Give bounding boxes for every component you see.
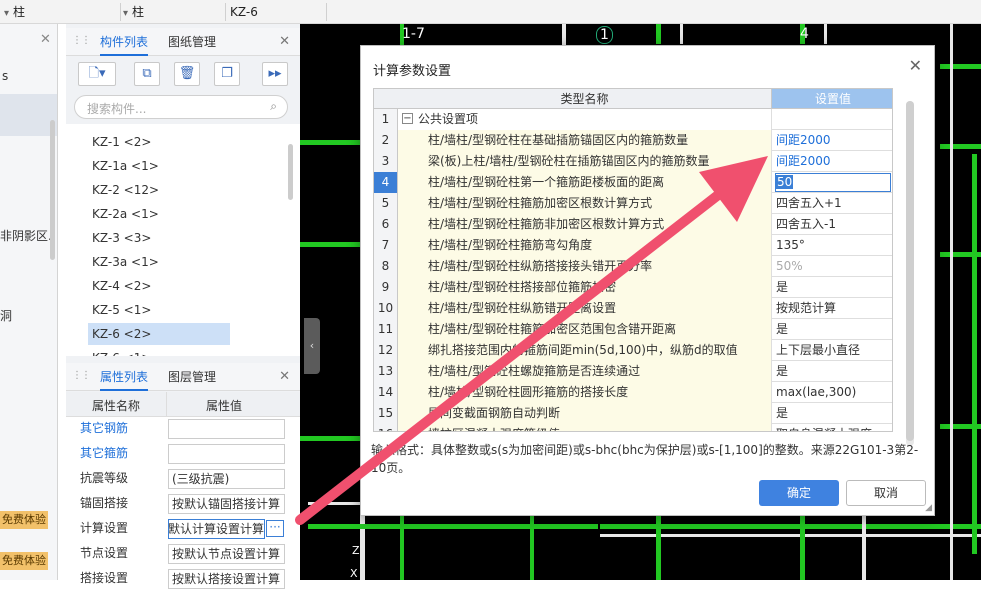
arrow-shaft xyxy=(295,187,727,525)
annotation-arrow xyxy=(295,156,768,525)
arrow-head xyxy=(699,156,768,222)
